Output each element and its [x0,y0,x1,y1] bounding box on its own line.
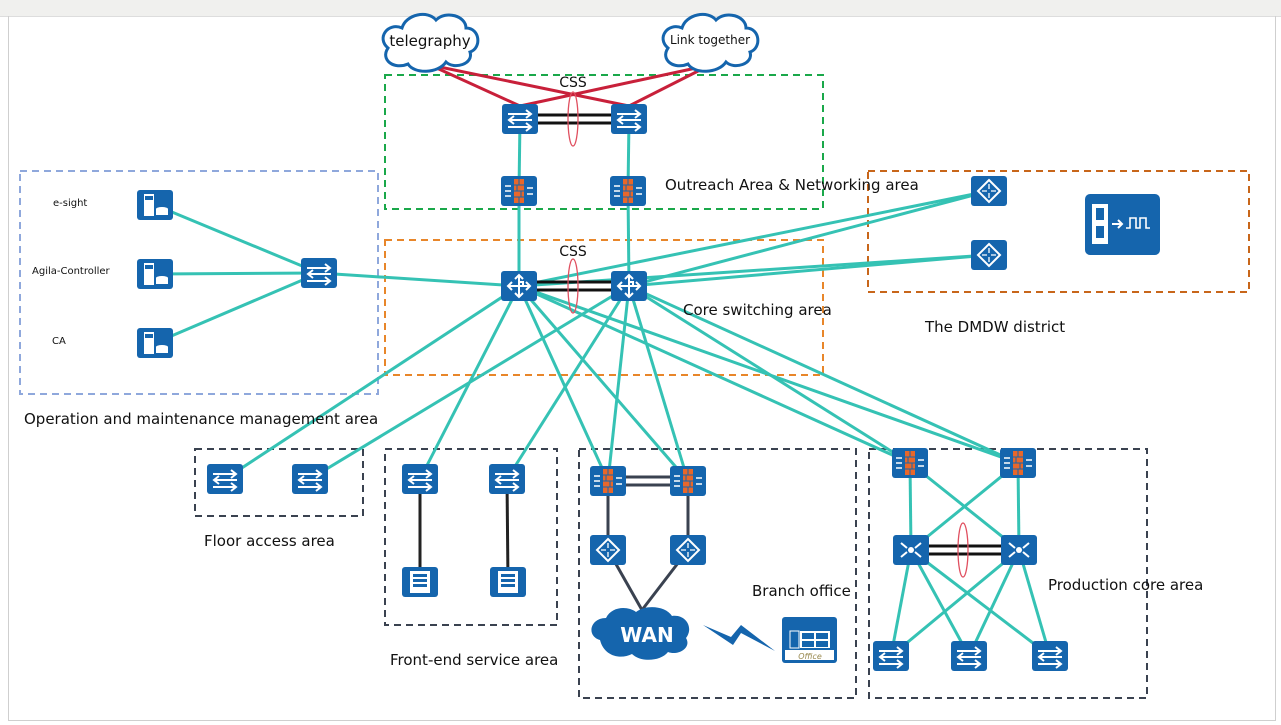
production-area-label: Production core area [1048,576,1203,594]
server-label-agila-controller: Agila-Controller [32,266,111,277]
network-link [154,271,320,276]
network-link [418,285,521,480]
cloud-label: telegraphy [389,32,470,50]
outreach-switch-switch-icon[interactable] [611,104,647,134]
outreach-firewall-firewall-icon[interactable] [501,176,537,206]
core-area-label: Core switching area [683,301,832,319]
network-link [967,549,1021,657]
office-icon-label: Office [798,652,822,661]
branch-router-router-icon[interactable] [590,535,626,565]
server-link [505,478,510,583]
production-firewall-firewall-icon[interactable] [1000,448,1036,478]
network-diagram: telegraphy Link together WAN Office CSS … [19,12,1250,699]
internet-link [519,63,711,108]
outreach-area-label: Outreach Area & Networking area [665,176,919,194]
network-link [909,549,971,657]
network-link [627,285,690,482]
network-link [910,548,1051,658]
server-label-esight: e-sight [53,198,87,209]
production-firewall-firewall-icon[interactable] [892,448,928,478]
dmdw-router-router-icon[interactable] [971,176,1007,206]
frontend-server-server-icon[interactable] [490,567,526,597]
network-link [224,284,520,481]
branch-firewall-firewall-icon[interactable] [590,466,626,496]
outreach-switch-switch-icon[interactable] [502,104,538,134]
branch-router-router-icon[interactable] [670,535,706,565]
floor-access-switch-switch-icon[interactable] [207,464,243,494]
cloud-label: Link together [670,33,750,47]
core-switch-core-switch-icon[interactable] [501,271,537,301]
cloud-telegraphy: telegraphy [381,12,480,73]
network-link [517,285,610,482]
production-core-switch-aggregation-switch-icon[interactable] [893,535,929,565]
network-link [154,203,320,275]
frontend-server-server-icon[interactable] [402,567,438,597]
network-link [318,271,520,288]
network-link [1017,549,1052,657]
css-label-core: CSS [559,244,587,260]
production-core-switch-aggregation-switch-icon[interactable] [1001,535,1037,565]
branch-area-label: Branch office [752,582,851,600]
server-esight-server-database-icon[interactable] [137,190,173,220]
production-access-switch-switch-icon[interactable] [873,641,909,671]
server-agila-controller-server-database-icon[interactable] [137,259,173,289]
server-ca-server-database-icon[interactable] [137,328,173,358]
dmdw-router-router-icon[interactable] [971,240,1007,270]
network-link [154,271,320,345]
production-access-switch-switch-icon[interactable] [951,641,987,671]
production-access-switch-switch-icon[interactable] [1032,641,1068,671]
dmdw-area-box [867,170,1250,293]
lightning-link-icon [703,625,775,651]
wan-label: WAN [620,623,673,647]
media-converter-icon [1085,194,1160,255]
core-switch-core-switch-icon[interactable] [611,271,647,301]
frontend-area-label: Front-end service area [390,651,558,669]
dmdw-area-label: The DMDW district [924,318,1065,336]
outreach-firewall-firewall-icon[interactable] [610,176,646,206]
office-icon: Office [782,617,837,663]
wan-cloud: WAN [591,607,690,660]
css-stack-ellipse [957,522,969,578]
cloud-link-together: Link together [661,12,760,73]
network-link [890,548,1020,658]
floor-area-label: Floor access area [204,532,335,550]
server-label-ca: CA [52,336,66,347]
internet-link [429,63,630,108]
frontend-switch-switch-icon[interactable] [489,464,525,494]
branch-firewall-firewall-icon[interactable] [670,466,706,496]
internet-link [429,63,521,108]
frontend-switch-switch-icon[interactable] [402,464,438,494]
oam-area-label: Operation and maintenance management are… [24,410,378,428]
management-switch-switch-icon[interactable] [301,258,337,288]
floor-access-switch-switch-icon[interactable] [292,464,328,494]
css-stack-ellipse [567,91,579,147]
css-label-outreach: CSS [559,75,587,91]
